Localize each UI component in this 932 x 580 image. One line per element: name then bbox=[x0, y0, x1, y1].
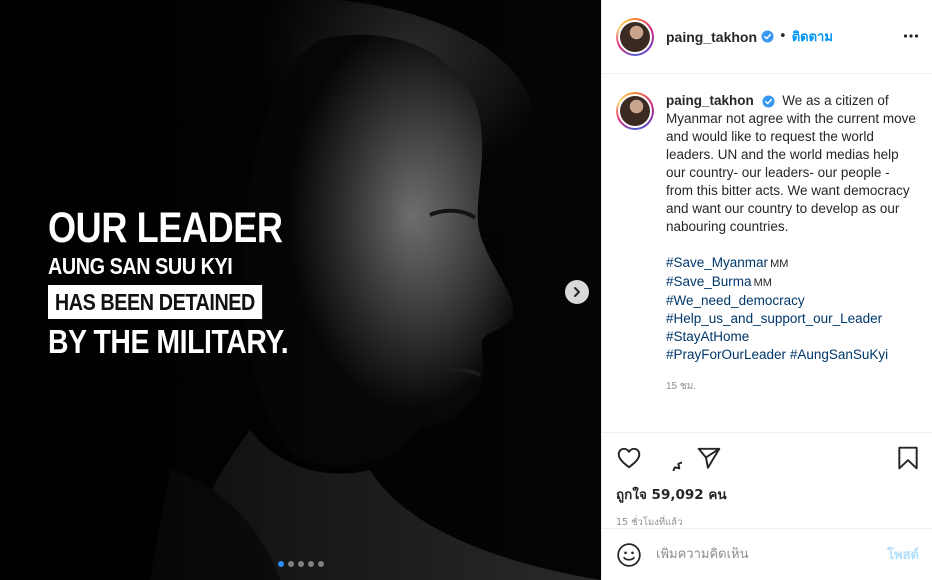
headline-line-1: OUR LEADER bbox=[48, 204, 283, 252]
action-bar: ถูกใจ 59,092 คน 15 ชั่วโมงที่แล้ว bbox=[602, 432, 932, 530]
carousel-next-button[interactable] bbox=[565, 280, 589, 304]
comment-input[interactable] bbox=[656, 547, 888, 562]
emoji-icon[interactable] bbox=[616, 542, 642, 568]
hashtag-link[interactable]: #Save_Myanmar MM bbox=[666, 254, 918, 273]
headline-line-2: AUNG SAN SUU KYI bbox=[48, 253, 233, 279]
heart-icon[interactable] bbox=[616, 445, 642, 471]
post-header: paing_takhon • ติดตาม bbox=[602, 0, 932, 74]
caption-text: We as a citizen of Myanmar not agree wit… bbox=[666, 93, 916, 234]
carousel-indicator bbox=[0, 561, 601, 567]
hashtag-text: #We_need_democracy bbox=[666, 293, 805, 308]
more-icon[interactable] bbox=[903, 28, 919, 44]
comment-icon[interactable] bbox=[656, 445, 682, 471]
separator-dot: • bbox=[779, 29, 787, 44]
flag-emoji: MM bbox=[753, 277, 772, 289]
headline-line-3: HAS BEEN DETAINED bbox=[48, 285, 262, 319]
caption-area: paing_takhon We as a citizen of Myanmar … bbox=[602, 74, 932, 432]
caption-row: paing_takhon We as a citizen of Myanmar … bbox=[616, 92, 919, 396]
comment-bar: โพสต์ bbox=[602, 528, 932, 580]
hashtag-link[interactable]: #Help_us_and_support_our_Leader bbox=[666, 310, 918, 328]
hashtag-link[interactable]: #StayAtHome bbox=[666, 328, 918, 346]
caption-body: paing_takhon We as a citizen of Myanmar … bbox=[666, 92, 918, 396]
share-icon[interactable] bbox=[696, 445, 722, 471]
hashtag-last-line: #PrayForOurLeader #AungSanSuKyi bbox=[666, 346, 918, 364]
avatar[interactable] bbox=[616, 17, 654, 56]
hashtag-link[interactable]: #AungSanSuKyi bbox=[790, 347, 888, 362]
hashtag-link[interactable]: #We_need_democracy bbox=[666, 292, 918, 310]
header-username[interactable]: paing_takhon bbox=[666, 29, 757, 45]
follow-button[interactable]: ติดตาม bbox=[792, 26, 833, 47]
post-sidebar: paing_takhon • ติดตาม paing_takhon We as… bbox=[601, 0, 932, 580]
bookmark-icon[interactable] bbox=[895, 445, 921, 471]
caption-avatar[interactable] bbox=[616, 92, 654, 130]
caption-time: 15 ชม. bbox=[666, 381, 697, 392]
carousel-dot bbox=[287, 561, 294, 567]
hashtag-link[interactable]: #PrayForOurLeader bbox=[666, 347, 786, 362]
hashtag-text: #Help_us_and_support_our_Leader bbox=[666, 311, 883, 326]
carousel-dot bbox=[307, 561, 314, 567]
caption-verified-icon bbox=[761, 95, 775, 108]
action-icons bbox=[616, 443, 921, 473]
instagram-post: OUR LEADER AUNG SAN SUU KYI HAS BEEN DET… bbox=[0, 0, 932, 580]
post-media[interactable]: OUR LEADER AUNG SAN SUU KYI HAS BEEN DET… bbox=[0, 0, 601, 580]
headline-line-4: BY THE MILITARY. bbox=[48, 323, 289, 360]
carousel-dot bbox=[277, 561, 284, 567]
hashtag-list: #Save_Myanmar MM #Save_Burma MM #We_need_dem… bbox=[666, 254, 918, 364]
hashtag-text: #Save_Myanmar bbox=[666, 255, 769, 270]
flag-emoji: MM bbox=[770, 258, 789, 270]
carousel-dot bbox=[297, 561, 304, 567]
carousel-dot bbox=[317, 561, 324, 567]
like-count[interactable]: ถูกใจ 59,092 คน bbox=[616, 483, 921, 505]
verified-icon bbox=[761, 30, 774, 43]
hashtag-text: #StayAtHome bbox=[666, 329, 750, 344]
headline-overlay: OUR LEADER AUNG SAN SUU KYI HAS BEEN DET… bbox=[48, 204, 289, 361]
caption-username[interactable]: paing_takhon bbox=[666, 93, 754, 108]
hashtag-link[interactable]: #Save_Burma MM bbox=[666, 273, 918, 292]
hashtag-text: #Save_Burma bbox=[666, 274, 752, 289]
chevron-right-icon bbox=[574, 287, 580, 297]
post-comment-button[interactable]: โพสต์ bbox=[887, 544, 919, 565]
